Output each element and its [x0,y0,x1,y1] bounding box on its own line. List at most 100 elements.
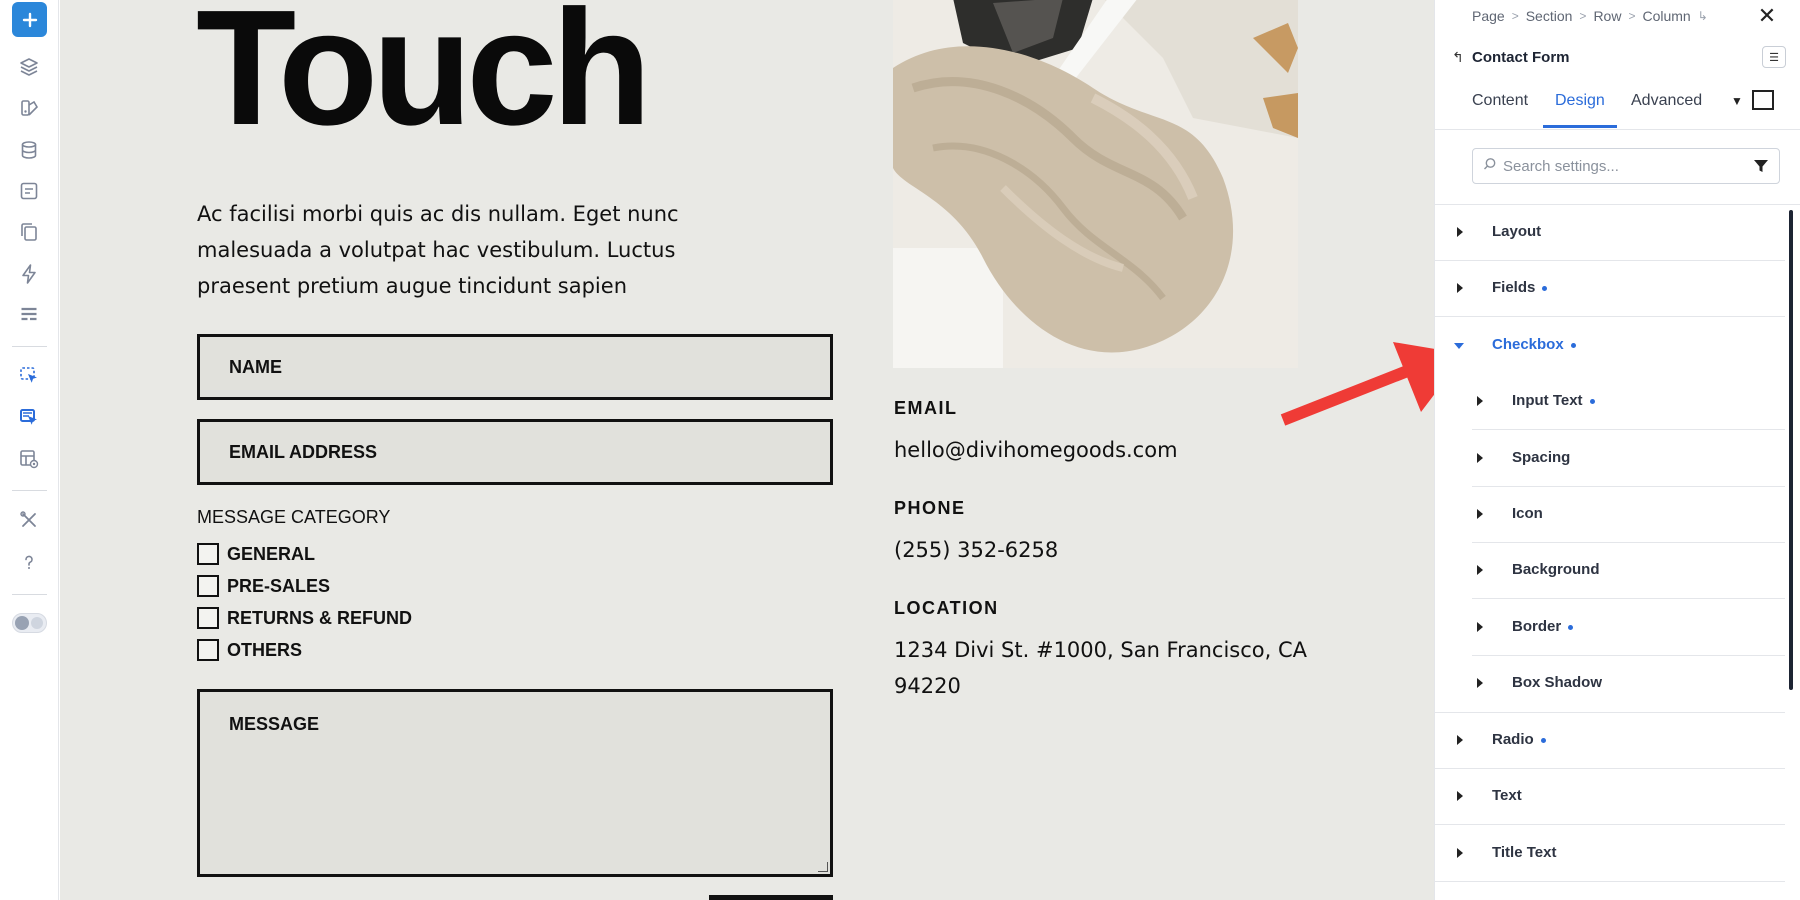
subgroup-label: Background [1512,561,1600,578]
breadcrumb-page[interactable]: Page [1472,8,1505,24]
filter-icon[interactable] [1753,158,1769,174]
checkbox[interactable] [197,639,219,661]
toolbar-divider [12,594,47,595]
group-fields[interactable]: Fields [1435,261,1785,317]
tab-content[interactable]: Content [1472,92,1528,110]
database-button[interactable] [11,132,47,168]
checkbox-returns-refund[interactable]: RETURNS & REFUND [197,607,412,629]
subgroup-label: Box Shadow [1512,674,1603,691]
breadcrumb-section[interactable]: Section [1526,8,1573,24]
presets-button[interactable]: ☰ [1762,46,1786,68]
group-label: Layout [1492,223,1542,240]
chevron-right-icon: > [1579,9,1587,23]
group-label-text: Fields [1492,279,1536,296]
checkbox[interactable] [197,543,219,565]
caret-right-icon [1477,565,1483,575]
breadcrumb-column[interactable]: Column [1642,8,1690,24]
gear-icon [15,616,29,630]
email-placeholder: EMAIL ADDRESS [229,442,378,462]
copy-icon [21,223,37,241]
checkbox-pre-sales[interactable]: PRE-SALES [197,575,330,597]
forms-button[interactable] [11,173,47,209]
email-field[interactable]: EMAIL ADDRESS [197,419,833,485]
subgroup-label: Input Text [1512,392,1595,409]
resize-handle[interactable] [818,862,828,872]
toolbar-divider [12,346,47,347]
subgroup-label-text: Input Text [1512,392,1583,409]
cursor-hover-icon [20,409,37,425]
caret-right-icon [1477,396,1483,406]
checkbox-general[interactable]: GENERAL [197,543,315,565]
panel-scrollbar[interactable] [1789,210,1793,690]
checkbox-others[interactable]: OTHERS [197,639,302,661]
group-label-text: Radio [1492,731,1534,748]
moon-icon [31,617,43,629]
hero-title[interactable]: Touch [196,0,652,150]
lightning-icon [22,264,36,284]
tab-design[interactable]: Design [1555,92,1605,110]
checkbox[interactable] [197,607,219,629]
search-input[interactable] [1503,155,1743,177]
subgroup-input-text[interactable]: Input Text [1472,374,1785,430]
tab-advanced[interactable]: Advanced [1631,92,1702,110]
square-view-icon[interactable] [1752,90,1774,110]
group-label: Radio [1492,731,1546,748]
rows-icon [21,307,37,321]
group-layout[interactable]: Layout [1435,205,1785,261]
name-field[interactable]: NAME [197,334,833,400]
subgroup-background[interactable]: Background [1472,543,1785,599]
click-mode-button[interactable] [11,358,47,394]
tools-icon [20,511,36,527]
hover-mode-button[interactable] [11,400,47,436]
location-label: LOCATION [894,598,999,618]
preview-button[interactable] [11,441,47,477]
pages-button[interactable] [11,214,47,250]
group-radio[interactable]: Radio [1435,713,1785,769]
close-button[interactable]: ✕ [1756,5,1778,27]
modified-dot [1568,624,1574,630]
subgroup-border[interactable]: Border [1472,600,1785,656]
layers-button[interactable] [11,49,47,85]
caret-right-icon [1457,227,1463,237]
sliders-icon: ☰ [1769,51,1779,64]
settings-panel: Page > Section > Row > Column ↳ ✕ ↰ Cont… [1434,0,1800,900]
message-textarea[interactable]: MESSAGE [197,689,833,877]
group-title-text[interactable]: Title Text [1435,826,1785,882]
actions-button[interactable] [11,256,47,292]
theme-builder-button[interactable] [11,90,47,126]
group-checkbox[interactable]: Checkbox [1435,318,1785,374]
group-label: Fields [1492,279,1548,296]
add-module-button[interactable] [12,2,47,37]
caret-down-icon[interactable]: ▼ [1731,94,1743,108]
module-title: Contact Form [1472,49,1570,66]
breadcrumb-row[interactable]: Row [1593,8,1621,24]
name-placeholder: NAME [229,357,282,377]
checkbox[interactable] [197,575,219,597]
group-text[interactable]: Text [1435,769,1785,825]
caret-right-icon [1457,283,1463,293]
help-button[interactable] [11,544,47,580]
caret-right-icon [1457,848,1463,858]
submit-button[interactable] [709,895,833,900]
search-settings[interactable] [1472,148,1780,184]
database-icon [21,141,37,159]
location-value: 1234 Divi St. #1000, San Francisco, CA 9… [894,638,1308,698]
caret-right-icon [1477,622,1483,632]
settings-layout-button[interactable] [11,297,47,333]
toolbar-divider [12,490,47,491]
subgroup-box-shadow[interactable]: Box Shadow [1472,656,1785,712]
left-toolbar [0,0,59,900]
tools-button[interactable] [11,502,47,538]
message-placeholder: MESSAGE [229,714,320,734]
intro-text[interactable]: Ac facilisi morbi quis ac dis nullam. Eg… [197,196,757,304]
subgroup-spacing[interactable]: Spacing [1472,431,1785,487]
caret-right-icon [1457,735,1463,745]
modified-dot [1570,342,1576,348]
theme-toggle[interactable] [12,613,47,633]
checkbox-label: PRE-SALES [227,575,331,596]
subgroup-icon[interactable]: Icon [1472,487,1785,543]
group-label: Text [1492,787,1522,804]
back-arrow-icon[interactable]: ↰ [1452,49,1464,66]
active-tab-indicator [1543,125,1617,128]
modified-dot [1542,285,1548,291]
